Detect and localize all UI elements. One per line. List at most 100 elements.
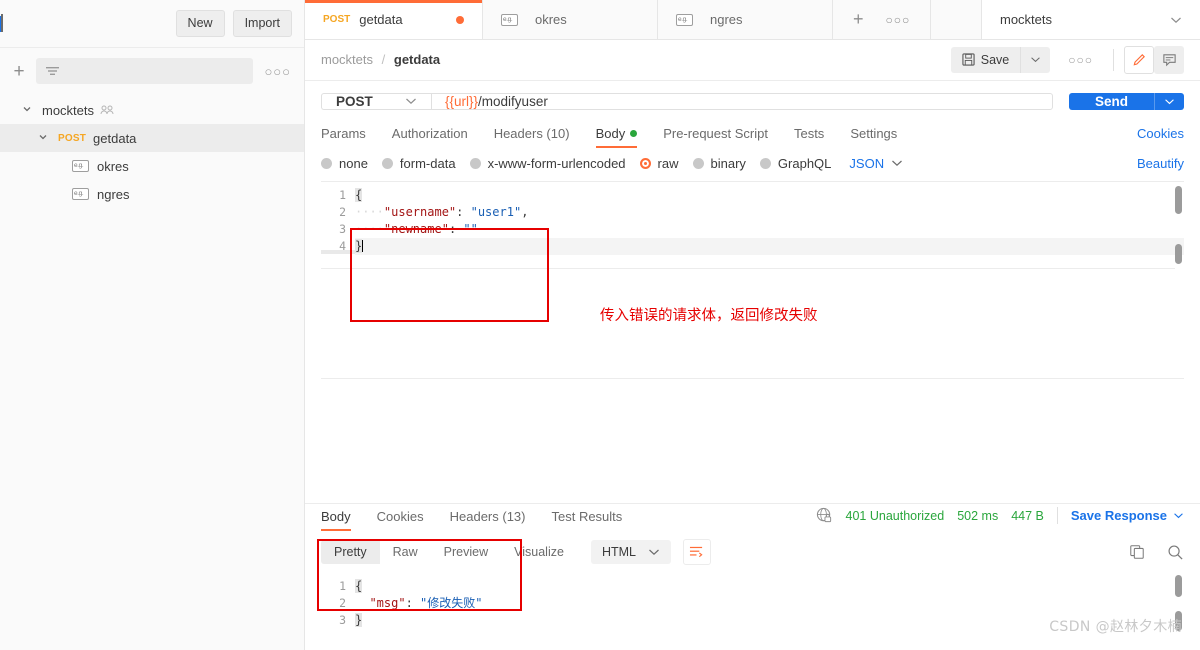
response-meta: 401 Unauthorized 502 ms 447 B Save Respo… xyxy=(816,507,1184,531)
request-more-icon[interactable]: ○○○ xyxy=(1058,47,1103,73)
watermark: CSDN @赵林夕木楠 xyxy=(1049,619,1182,635)
view-pretty[interactable]: Pretty xyxy=(321,540,380,565)
filter-icon xyxy=(45,65,60,77)
request-name: getdata xyxy=(93,130,137,146)
body-type-x-www-form-urlencoded[interactable]: x-www-form-urlencoded xyxy=(469,156,626,171)
radio-icon xyxy=(692,157,704,169)
url-input[interactable]: {{url}}/modifyuser xyxy=(431,92,1053,110)
request-body-editor[interactable]: 1 2 3 4 { ····"username": "user1", ····"… xyxy=(321,180,1184,379)
body-type-graphql[interactable]: GraphQL xyxy=(759,156,831,171)
edit-pencil-icon[interactable] xyxy=(1124,45,1154,74)
breadcrumb-bar: mocktets / getdata Save ○○○ xyxy=(305,40,1200,81)
view-preview[interactable]: Preview xyxy=(431,540,501,564)
response-tab-test-results[interactable]: Test Results xyxy=(551,509,622,531)
editor-vertical-scrollbar[interactable] xyxy=(1175,185,1182,214)
save-response-button[interactable]: Save Response xyxy=(1071,508,1184,523)
code-line: "msg": "修改失败" xyxy=(355,595,1184,612)
tree-item-collection-mocktets[interactable]: mocktets xyxy=(0,96,304,124)
tab-settings[interactable]: Settings xyxy=(850,126,897,148)
comment-icon[interactable] xyxy=(1154,45,1184,74)
code-line: { xyxy=(355,187,1184,204)
tab-label: Headers (10) xyxy=(493,125,570,141)
body-type-raw[interactable]: raw xyxy=(639,155,679,171)
response-body-viewer[interactable]: 1 2 3 { "msg": "修改失败" } xyxy=(321,573,1184,650)
response-vertical-scrollbar[interactable] xyxy=(1175,575,1182,598)
response-tab-body[interactable]: Body xyxy=(321,509,351,532)
code-tail: , xyxy=(521,204,529,219)
request-method-label: POST xyxy=(58,132,87,144)
editor-vertical-scrollbar-2[interactable] xyxy=(1175,243,1182,264)
filter-input[interactable] xyxy=(36,58,254,84)
tab-body[interactable]: Body xyxy=(595,126,638,148)
body-format-value: JSON xyxy=(849,155,885,171)
tab-headers[interactable]: Headers (10) xyxy=(494,126,570,148)
view-visualize[interactable]: Visualize xyxy=(501,540,577,564)
tree-item-example-okres[interactable]: okres xyxy=(0,152,304,180)
line-number: 1 xyxy=(339,579,346,594)
save-button[interactable]: Save xyxy=(950,46,1022,73)
chevron-down-icon[interactable] xyxy=(38,132,52,142)
wrap-lines-icon[interactable] xyxy=(682,539,711,566)
response-format-select[interactable]: HTML xyxy=(590,540,671,565)
view-raw[interactable]: Raw xyxy=(380,540,431,564)
body-type-binary[interactable]: binary xyxy=(692,156,746,171)
breadcrumb-separator: / xyxy=(381,52,386,68)
beautify-button[interactable]: Beautify xyxy=(1137,156,1184,171)
tab-okres[interactable]: okres xyxy=(483,0,658,40)
tab-label: Pre-request Script xyxy=(663,125,768,141)
tab-params[interactable]: Params xyxy=(321,126,366,148)
new-button[interactable]: New xyxy=(175,10,225,37)
example-icon xyxy=(501,13,518,26)
environment-selector[interactable]: mocktets xyxy=(982,0,1200,40)
sidebar: New Import + ○○○ mocktets POST getdata e… xyxy=(0,0,305,650)
code-key: "username" xyxy=(383,204,457,219)
unsaved-indicator-icon xyxy=(456,15,464,24)
tab-more-icon[interactable]: ○○○ xyxy=(886,13,911,27)
save-options-chevron-down-icon[interactable] xyxy=(1021,46,1051,73)
http-method-select[interactable]: POST xyxy=(321,92,431,110)
tab-label: Params xyxy=(321,125,366,141)
copy-icon[interactable] xyxy=(1129,544,1145,560)
new-tab-icon[interactable]: + xyxy=(853,9,864,30)
tab-pre-request-script[interactable]: Pre-request Script xyxy=(663,126,768,148)
send-options-chevron-down-icon[interactable] xyxy=(1154,92,1184,110)
sidebar-topbar: New Import xyxy=(0,0,304,48)
import-button[interactable]: Import xyxy=(232,10,292,37)
main-panel: POST getdata okres ngres + ○○○ mocktets xyxy=(305,0,1200,650)
body-format-select[interactable]: JSON xyxy=(849,156,903,171)
body-type-none[interactable]: none xyxy=(321,156,368,171)
tab-method-label: POST xyxy=(323,14,351,26)
tab-getdata[interactable]: POST getdata xyxy=(305,0,483,40)
cookies-link[interactable]: Cookies xyxy=(1137,126,1184,148)
radio-icon-selected xyxy=(639,157,651,169)
add-new-icon[interactable]: + xyxy=(10,62,28,81)
editor-code-area[interactable]: { ····"username": "user1", ····"newname"… xyxy=(355,182,1184,378)
response-tab-cookies[interactable]: Cookies xyxy=(377,509,424,531)
body-present-indicator-icon xyxy=(630,129,638,137)
tab-ngres[interactable]: ngres xyxy=(658,0,833,40)
send-button[interactable]: Send xyxy=(1068,92,1154,110)
code-punc: : xyxy=(405,596,421,611)
tab-label: okres xyxy=(535,12,567,28)
tab-authorization[interactable]: Authorization xyxy=(392,126,468,148)
http-method-value: POST xyxy=(336,93,373,109)
breadcrumb-collection[interactable]: mocktets xyxy=(321,52,373,67)
tab-tests[interactable]: Tests xyxy=(794,126,824,148)
radio-label: raw xyxy=(657,155,679,171)
example-name: okres xyxy=(97,158,129,174)
body-type-form-data[interactable]: form-data xyxy=(381,156,456,171)
save-label: Save xyxy=(980,52,1010,67)
url-path: /modifyuser xyxy=(478,93,548,109)
chevron-down-icon[interactable] xyxy=(22,104,36,114)
sidebar-more-icon[interactable]: ○○○ xyxy=(261,64,294,79)
save-response-label: Save Response xyxy=(1070,508,1167,524)
line-number: 2 xyxy=(339,596,346,611)
response-format-value: HTML xyxy=(601,545,636,560)
tree-item-example-ngres[interactable]: ngres xyxy=(0,180,304,208)
radio-icon xyxy=(469,157,481,169)
code-line: ····"newname": "" xyxy=(355,221,1184,238)
response-tab-headers[interactable]: Headers (13) xyxy=(450,509,526,531)
search-icon[interactable] xyxy=(1167,544,1184,561)
tree-item-request-getdata[interactable]: POST getdata xyxy=(0,124,304,152)
